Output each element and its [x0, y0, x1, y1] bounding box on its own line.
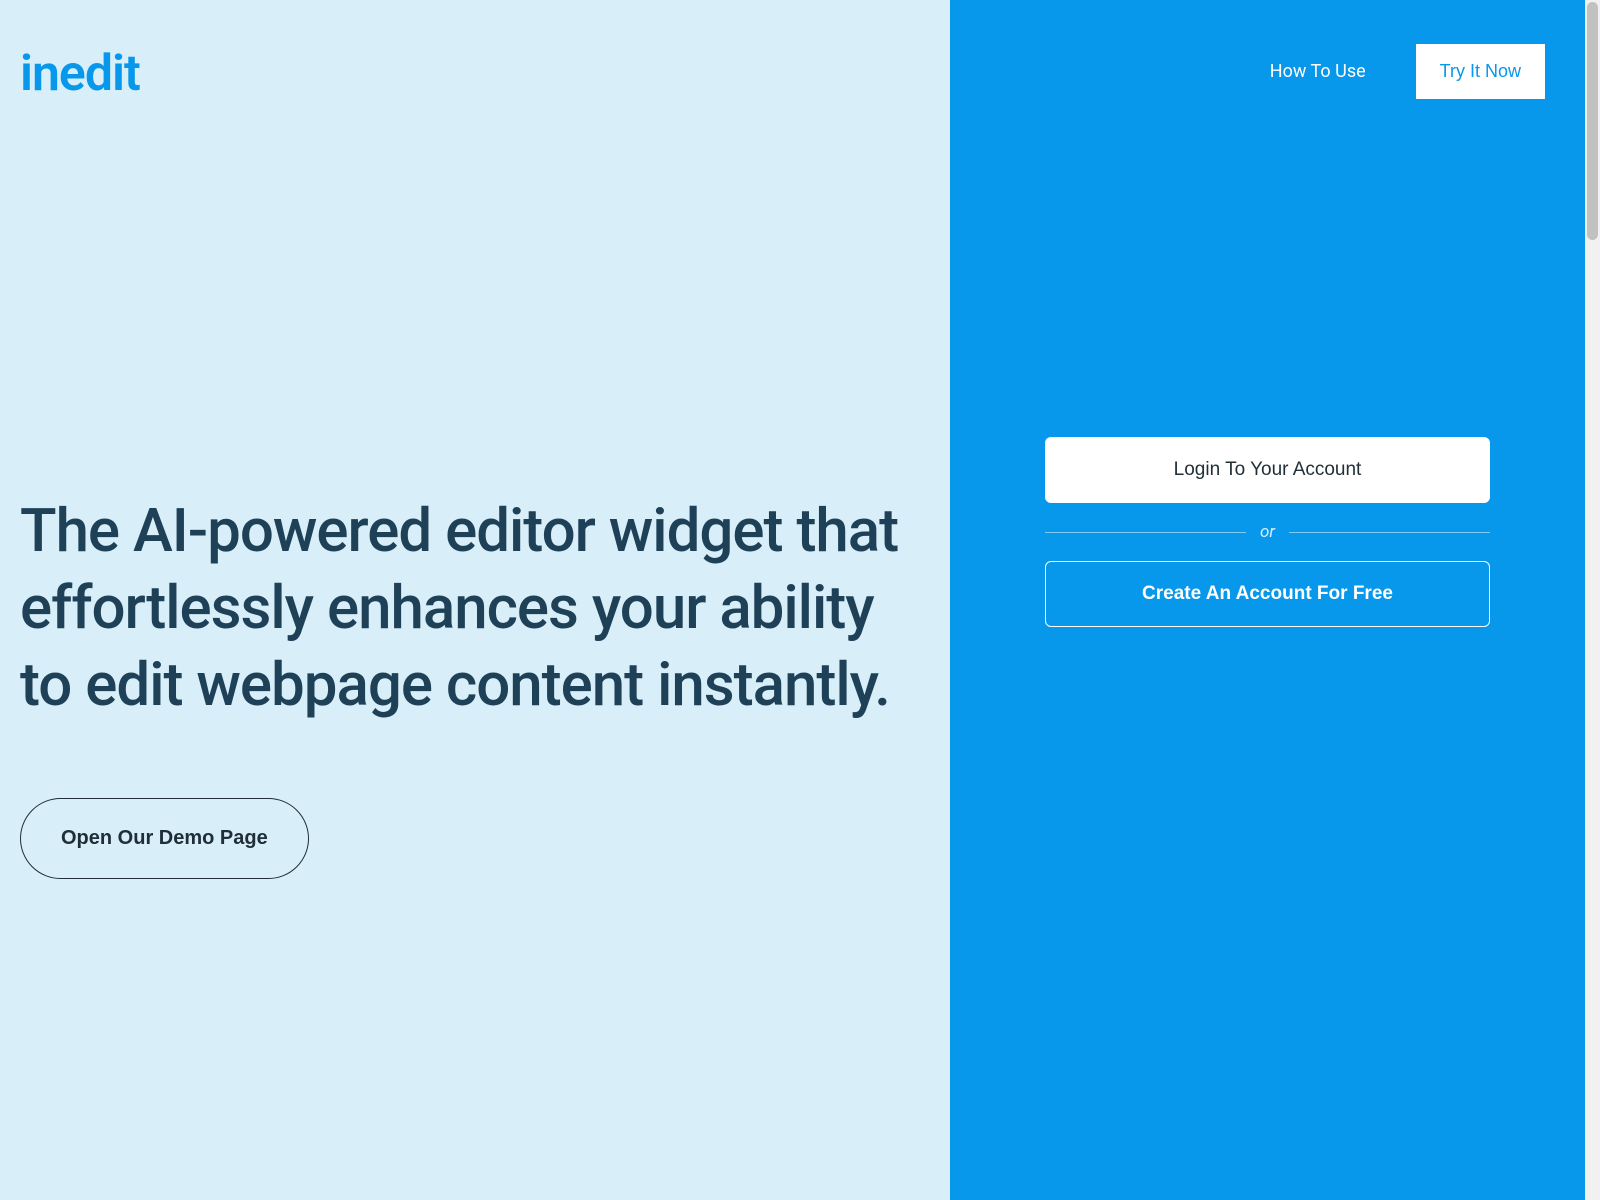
divider-line-right [1289, 532, 1490, 533]
hero-headline: The AI-powered editor widget that effort… [20, 493, 900, 723]
open-demo-button[interactable]: Open Our Demo Page [20, 798, 309, 879]
divider-line-left [1045, 532, 1246, 533]
or-text: or [1260, 522, 1275, 542]
scrollbar-thumb[interactable] [1587, 2, 1598, 240]
brand-logo: inedit [20, 45, 930, 103]
auth-container: Login To Your Account or Create An Accou… [1045, 437, 1490, 627]
left-hero-panel: inedit The AI-powered editor widget that… [0, 0, 950, 1200]
or-divider: or [1045, 522, 1490, 542]
how-to-use-link[interactable]: How To Use [1270, 61, 1366, 82]
right-auth-panel: How To Use Try It Now Login To Your Acco… [950, 0, 1585, 1200]
login-button[interactable]: Login To Your Account [1045, 437, 1490, 503]
create-account-button[interactable]: Create An Account For Free [1045, 561, 1490, 627]
header-nav: How To Use Try It Now [1270, 44, 1545, 99]
scrollbar-track[interactable] [1585, 0, 1600, 1200]
try-it-now-button[interactable]: Try It Now [1416, 44, 1545, 99]
